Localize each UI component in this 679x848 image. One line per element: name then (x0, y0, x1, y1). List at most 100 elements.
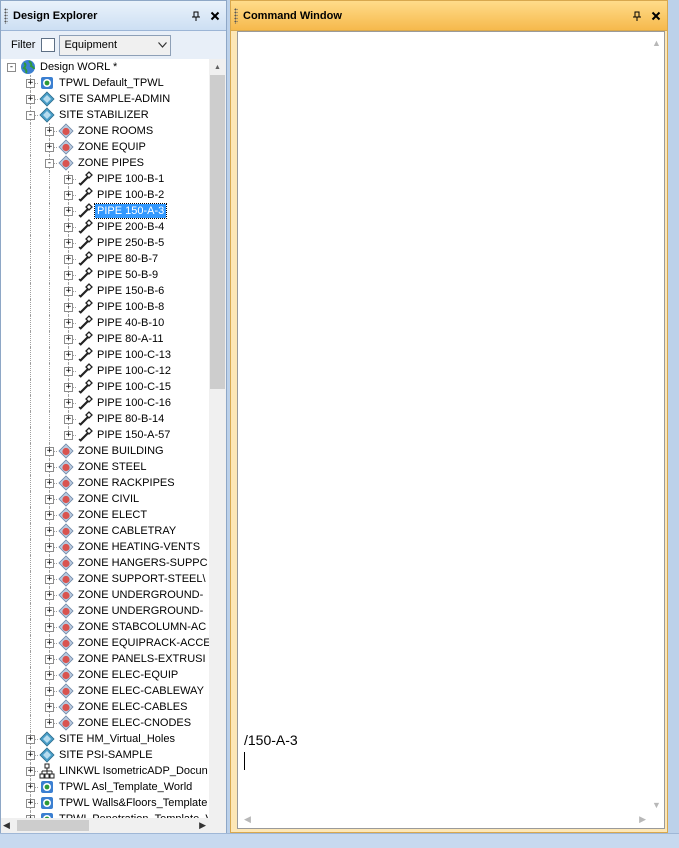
expand-icon[interactable]: + (26, 95, 35, 104)
tree-row[interactable]: + PIPE 40-B-10 (1, 315, 209, 331)
tree-row[interactable]: +TPWL Penetration_Template_V (1, 811, 209, 818)
expand-icon[interactable]: + (45, 719, 54, 728)
expand-icon[interactable]: + (45, 623, 54, 632)
expand-icon[interactable]: + (45, 543, 54, 552)
tree-row[interactable]: + PIPE 150-A-57 (1, 427, 209, 443)
scroll-right-icon[interactable]: ▶ (199, 820, 206, 831)
tree-row[interactable]: + ZONE EQUIP (1, 139, 209, 155)
expand-icon[interactable]: + (26, 79, 35, 88)
expand-icon[interactable]: + (64, 335, 73, 344)
scroll-left-icon[interactable]: ◀ (3, 820, 10, 831)
chevron-down-icon[interactable] (154, 42, 170, 48)
pin-icon[interactable] (629, 8, 645, 24)
tree-row[interactable]: + ZONE UNDERGROUND- (1, 587, 209, 603)
expand-icon[interactable]: + (64, 319, 73, 328)
expand-icon[interactable]: + (64, 175, 73, 184)
collapse-icon[interactable]: - (45, 159, 54, 168)
tree-row[interactable]: + ZONE ELEC-CABLES (1, 699, 209, 715)
expand-icon[interactable]: + (64, 191, 73, 200)
command-vertical-scrollbar[interactable]: ▲ ▼ (647, 32, 664, 812)
expand-icon[interactable]: + (45, 671, 54, 680)
tree-vertical-scrollbar[interactable]: ▲ (209, 59, 226, 818)
expand-icon[interactable]: + (26, 767, 35, 776)
command-horizontal-scrollbar[interactable]: ◀ ▶ (238, 811, 648, 828)
tree-row[interactable]: + ZONE CIVIL (1, 491, 209, 507)
expand-icon[interactable]: + (45, 703, 54, 712)
tree-row[interactable]: + PIPE 200-B-4 (1, 219, 209, 235)
tree-row[interactable]: + SITE SAMPLE-ADMIN (1, 91, 209, 107)
drag-grip-icon[interactable] (234, 7, 238, 24)
expand-icon[interactable]: + (64, 415, 73, 424)
tree-row[interactable]: + ZONE UNDERGROUND- (1, 603, 209, 619)
tree-row[interactable]: + ZONE ROOMS (1, 123, 209, 139)
expand-icon[interactable]: + (45, 447, 54, 456)
expand-icon[interactable]: + (26, 751, 35, 760)
expand-icon[interactable]: + (64, 367, 73, 376)
expand-icon[interactable]: + (45, 591, 54, 600)
close-icon[interactable] (648, 8, 664, 24)
tree-row[interactable]: + PIPE 250-B-5 (1, 235, 209, 251)
tree-row[interactable]: + PIPE 80-A-11 (1, 331, 209, 347)
expand-icon[interactable]: + (26, 735, 35, 744)
expand-icon[interactable]: + (64, 383, 73, 392)
expand-icon[interactable]: + (64, 431, 73, 440)
tree-row[interactable]: + PIPE 100-B-2 (1, 187, 209, 203)
filter-dropdown[interactable]: Equipment (59, 34, 172, 56)
expand-icon[interactable]: + (45, 639, 54, 648)
tree-row[interactable]: + PIPE 100-B-8 (1, 299, 209, 315)
expand-icon[interactable]: + (45, 511, 54, 520)
tree-row[interactable]: + ZONE RACKPIPES (1, 475, 209, 491)
scroll-up-icon[interactable]: ▲ (652, 38, 661, 48)
filter-checkbox[interactable] (41, 38, 56, 52)
scroll-right-icon[interactable]: ▶ (639, 814, 646, 825)
expand-icon[interactable]: + (45, 575, 54, 584)
tree-row[interactable]: + ZONE CABLETRAY (1, 523, 209, 539)
tree-row[interactable]: + PIPE 150-B-6 (1, 283, 209, 299)
expand-icon[interactable]: + (45, 463, 54, 472)
tree-row[interactable]: + PIPE 100-C-16 (1, 395, 209, 411)
expand-icon[interactable]: + (45, 143, 54, 152)
expand-icon[interactable]: + (45, 495, 54, 504)
command-output-area[interactable]: ▲ ▼ ◀ ▶ /150-A-3 (237, 31, 665, 829)
tree-row[interactable]: + ZONE HANGERS-SUPPC (1, 555, 209, 571)
expand-icon[interactable]: + (45, 687, 54, 696)
collapse-icon[interactable]: - (26, 111, 35, 120)
scroll-up-icon[interactable]: ▲ (209, 59, 226, 75)
tree-row[interactable]: + ZONE PANELS-EXTRUSI (1, 651, 209, 667)
expand-icon[interactable]: + (64, 223, 73, 232)
command-input[interactable] (244, 750, 624, 770)
drag-grip-icon[interactable] (4, 7, 8, 24)
tree-row[interactable]: + ZONE BUILDING (1, 443, 209, 459)
expand-icon[interactable]: + (64, 239, 73, 248)
tree-row[interactable]: + PIPE 80-B-14 (1, 411, 209, 427)
expand-icon[interactable]: + (64, 271, 73, 280)
expand-icon[interactable]: + (64, 287, 73, 296)
scroll-down-icon[interactable]: ▼ (652, 800, 661, 810)
tree-row[interactable]: + PIPE 100-B-1 (1, 171, 209, 187)
tree-row[interactable]: + TPWL Asl_Template_World (1, 779, 209, 795)
expand-icon[interactable]: + (45, 127, 54, 136)
expand-icon[interactable]: + (26, 799, 35, 808)
expand-icon[interactable]: + (45, 607, 54, 616)
tree-row[interactable]: + LINKWL IsometricADP_Docun (1, 763, 209, 779)
tree-row[interactable]: + PIPE 100-C-15 (1, 379, 209, 395)
expand-icon[interactable]: + (26, 783, 35, 792)
tree-row[interactable]: + ZONE SUPPORT-STEEL\ (1, 571, 209, 587)
tree-row[interactable]: - Design WORL * (1, 59, 209, 75)
tree-hscroll-thumb[interactable] (17, 820, 89, 831)
tree-row[interactable]: + PIPE 100-C-13 (1, 347, 209, 363)
scroll-left-icon[interactable]: ◀ (244, 814, 251, 825)
expand-icon[interactable]: + (45, 559, 54, 568)
tree-row[interactable]: + PIPE 50-B-9 (1, 267, 209, 283)
expand-icon[interactable]: + (45, 655, 54, 664)
expand-icon[interactable]: + (45, 479, 54, 488)
tree-row[interactable]: + PIPE 80-B-7 (1, 251, 209, 267)
tree-row[interactable]: + ZONE ELEC-CABLEWAY (1, 683, 209, 699)
close-icon[interactable] (207, 8, 223, 24)
tree-row[interactable]: + ZONE EQUIPRACK-ACCE (1, 635, 209, 651)
tree-row[interactable]: + ZONE ELEC-EQUIP (1, 667, 209, 683)
design-tree[interactable]: - Design WORL * + TPWL Default_TPWL + SITE SA… (1, 59, 209, 818)
tree-horizontal-scrollbar[interactable]: ◀ ▶ (1, 818, 209, 833)
expand-icon[interactable]: + (64, 255, 73, 264)
tree-row[interactable]: + PIPE 150-A-3 (1, 203, 209, 219)
